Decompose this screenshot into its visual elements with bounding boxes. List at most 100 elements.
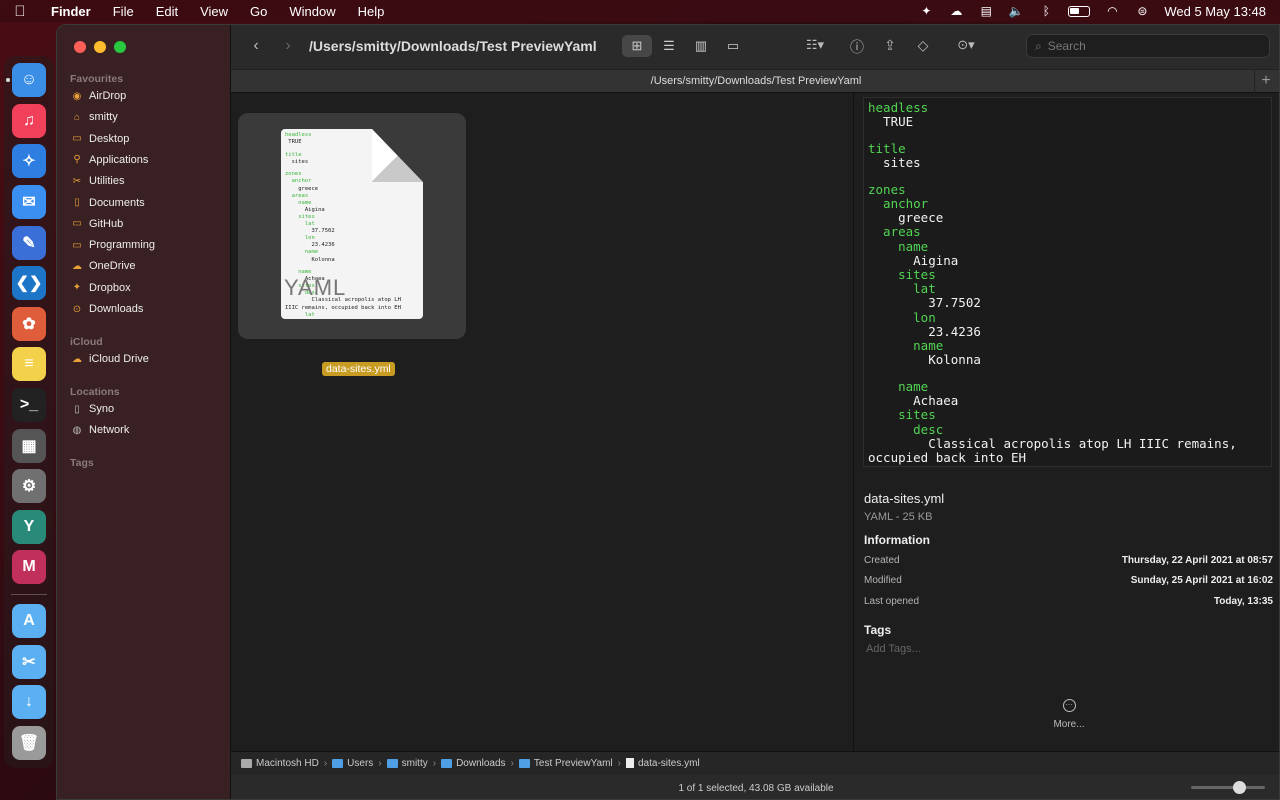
- pathbar-item-data-sites.yml[interactable]: data-sites.yml: [625, 758, 700, 769]
- pathbar-item-downloads[interactable]: Downloads: [441, 758, 506, 769]
- vscode-icon[interactable]: ❮❯: [12, 266, 46, 301]
- terminal-icon[interactable]: >_: [12, 388, 46, 423]
- yaml-key: name: [285, 249, 319, 256]
- wifi-icon[interactable]: ◠: [1104, 4, 1120, 18]
- add-tags-field[interactable]: Add Tags...: [866, 643, 921, 655]
- sidebar-item-github[interactable]: ▭ GitHub: [71, 214, 123, 234]
- search-input[interactable]: [1047, 39, 1248, 53]
- tab-current[interactable]: /Users/smitty/Downloads/Test PreviewYaml: [651, 75, 862, 87]
- trash-icon[interactable]: 🗑: [12, 725, 46, 760]
- cloud-icon: ☁: [72, 353, 82, 365]
- notes-icon[interactable]: ≡: [12, 347, 46, 382]
- sidebar-item-onedrive[interactable]: ☁ OneDrive: [71, 256, 135, 276]
- applications-folder-icon[interactable]: A: [12, 604, 46, 639]
- preview-markdown-icon[interactable]: M: [12, 550, 46, 585]
- menu-go[interactable]: Go: [239, 4, 278, 19]
- pathbar-item-test-previewyaml[interactable]: Test PreviewYaml: [518, 758, 613, 769]
- menu-view[interactable]: View: [189, 4, 239, 19]
- yaml-preview[interactable]: headless TRUE title sites zones anchor gre…: [863, 97, 1272, 467]
- yaml-value: greece: [285, 185, 319, 192]
- volume-icon[interactable]: 🔈: [1008, 4, 1024, 18]
- window-controls: [74, 41, 126, 53]
- pathbar-item-macintosh-hd[interactable]: Macintosh HD: [241, 758, 319, 769]
- view-switcher: ⊞ ☰ ▥ ▭: [622, 35, 748, 57]
- info-row-last-opened: Last opened Today, 13:35: [864, 596, 1273, 607]
- file-name-label[interactable]: data-sites.yml: [322, 362, 395, 376]
- apple-menu-icon[interactable]: : [0, 3, 40, 20]
- yaml-key: lat: [868, 281, 936, 297]
- share-icon[interactable]: ⇪: [881, 37, 899, 54]
- sidebar-item-programming[interactable]: ▭ Programming: [71, 235, 155, 255]
- search-field[interactable]: ⌕: [1026, 34, 1270, 58]
- sidebar-item-utilities[interactable]: ✂ Utilities: [71, 171, 125, 191]
- menu-edit[interactable]: Edit: [145, 4, 189, 19]
- more-actions-icon[interactable]: ⊙▾: [949, 37, 983, 53]
- info-icon[interactable]: ⓘ: [848, 37, 866, 57]
- sidebar-item-applications[interactable]: ⚲ Applications: [71, 150, 148, 170]
- system-preferences-icon[interactable]: ⚙: [12, 469, 46, 504]
- yaml-value: sites: [868, 155, 921, 171]
- menu-finder[interactable]: Finder: [40, 4, 102, 19]
- safari-icon[interactable]: ✧: [12, 144, 46, 179]
- icon-size-slider-knob[interactable]: [1233, 781, 1247, 794]
- sidebar-item-network[interactable]: ◍ Network: [71, 420, 130, 440]
- sidebar-item-smitty[interactable]: ⌂ smitty: [71, 107, 118, 127]
- menu-help[interactable]: Help: [347, 4, 396, 19]
- info-row-modified: Modified Sunday, 25 April 2021 at 16:02: [864, 575, 1273, 586]
- pathbar-item-users[interactable]: Users: [332, 758, 373, 769]
- menu-window[interactable]: Window: [278, 4, 346, 19]
- notes-status-icon[interactable]: ▤: [978, 4, 994, 18]
- yaml-key: desc: [868, 421, 944, 437]
- preview-file-kind: YAML - 25 KB: [864, 511, 933, 523]
- list-view-icon[interactable]: ☰: [654, 35, 684, 57]
- sidebar-item-dropbox[interactable]: ✦ Dropbox: [71, 278, 131, 298]
- dropbox-status-icon[interactable]: ✦: [918, 4, 934, 18]
- file-area[interactable]: headless TRUE title sites zones anchor gre…: [231, 93, 853, 751]
- close-window-button[interactable]: [74, 41, 86, 53]
- thumbnail-label: YAML: [284, 275, 347, 300]
- downloads-folder-icon[interactable]: ↓: [12, 685, 46, 720]
- info-label: Last opened: [864, 596, 920, 607]
- icon-size-slider[interactable]: [1191, 781, 1265, 794]
- zoom-window-button[interactable]: [114, 41, 126, 53]
- sidebar-item-label: Downloads: [89, 303, 144, 315]
- pathbar-item-smitty[interactable]: smitty: [386, 758, 428, 769]
- xcode-instruments-icon[interactable]: ✎: [12, 225, 46, 260]
- icon-view-icon[interactable]: ⊞: [622, 35, 652, 57]
- sidebar-item-documents[interactable]: ▯ Documents: [71, 193, 144, 213]
- status-text: 1 of 1 selected, 43.08 GB available: [678, 782, 834, 794]
- menu-file[interactable]: File: [102, 4, 145, 19]
- gallery-view-icon[interactable]: ▭: [718, 35, 748, 57]
- new-tab-button[interactable]: +: [1257, 72, 1275, 90]
- yaml-key: sites: [868, 407, 936, 423]
- music-icon[interactable]: ♫: [12, 103, 46, 138]
- group-by-icon[interactable]: ☷▾: [797, 37, 833, 53]
- column-view-icon[interactable]: ▥: [686, 35, 716, 57]
- mail-icon[interactable]: ✉: [12, 185, 46, 220]
- folder-icon: [518, 758, 530, 768]
- sidebar-item-icloud-drive[interactable]: ☁ iCloud Drive: [71, 349, 149, 369]
- forward-button[interactable]: ›: [279, 37, 297, 55]
- preview-yaml-icon[interactable]: Y: [12, 509, 46, 544]
- sidebar-item-syno[interactable]: ▯ Syno: [71, 399, 114, 419]
- more-button[interactable]: ··· More...: [1044, 699, 1094, 730]
- back-button[interactable]: ‹: [247, 37, 265, 55]
- bluetooth-icon[interactable]: ᛒ: [1038, 4, 1054, 18]
- yaml-value: Kolonna: [868, 352, 981, 368]
- info-label: Created: [864, 555, 900, 566]
- sidebar-item-airdrop[interactable]: ◉ AirDrop: [71, 86, 127, 106]
- control-center-icon[interactable]: ⊜: [1134, 4, 1150, 18]
- sidebar-item-desktop[interactable]: ▭ Desktop: [71, 129, 129, 149]
- minimize-window-button[interactable]: [94, 41, 106, 53]
- battery-icon[interactable]: [1068, 5, 1091, 17]
- calculator-icon[interactable]: ▦: [12, 428, 46, 463]
- tag-icon[interactable]: ◇: [914, 37, 932, 54]
- menu-clock[interactable]: Wed 5 May 13:48: [1164, 4, 1266, 19]
- finder-icon[interactable]: ☺: [6, 63, 46, 98]
- file-item[interactable]: headless TRUE title sites zones anchor gre…: [238, 113, 466, 376]
- utilities-folder-icon[interactable]: ✂: [12, 644, 46, 679]
- cloud-status-icon[interactable]: ☁: [948, 4, 964, 18]
- more-label: More...: [1053, 719, 1085, 730]
- sidebar-item-downloads[interactable]: ⊙ Downloads: [71, 299, 144, 319]
- pixelmator-icon[interactable]: ✿: [12, 306, 46, 341]
